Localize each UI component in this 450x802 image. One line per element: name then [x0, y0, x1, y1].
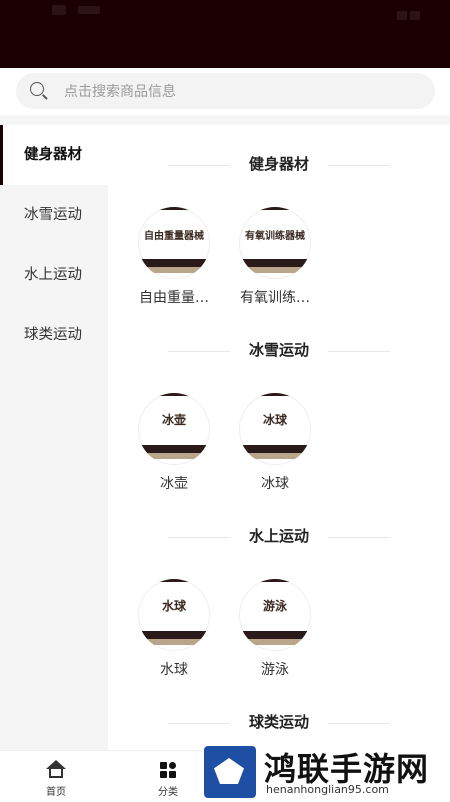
sidebar-item-water-sports[interactable]: 水上运动: [0, 245, 108, 305]
product-name: 冰壶: [160, 476, 188, 492]
search-icon: [30, 82, 44, 96]
section-title: 球类运动: [108, 711, 450, 735]
search-box[interactable]: [16, 73, 435, 111]
category-content: 健身器材 自由重量器械 自由重量… 有氧训练器械 有氧训练… 冰雪运动 冰壶 冰…: [108, 125, 450, 750]
product-item[interactable]: 自由重量器械 自由重量…: [134, 207, 214, 307]
category-sidebar: 健身器材 冰雪运动 水上运动 球类运动: [0, 125, 108, 750]
watermark: 鸿联手游网 henanhonglian95.com: [200, 742, 450, 801]
sidebar-item-fitness[interactable]: 健身器材: [0, 125, 108, 185]
sidebar-item-ball-sports[interactable]: 球类运动: [0, 305, 108, 365]
status-bar: [0, 0, 450, 68]
product-name: 游泳: [261, 662, 289, 678]
home-icon: [46, 760, 66, 780]
product-item[interactable]: 游泳 游泳: [235, 579, 315, 679]
section-title: 水上运动: [108, 525, 450, 549]
product-thumbnail: 有氧训练器械: [239, 207, 311, 279]
status-system-icons: [394, 5, 434, 20]
product-name: 冰球: [261, 476, 289, 492]
tab-home[interactable]: 首页: [11, 751, 101, 802]
product-item[interactable]: 水球 水球: [134, 579, 214, 679]
product-name: 有氧训练…: [240, 290, 310, 306]
section-title: 健身器材: [108, 153, 450, 177]
product-item[interactable]: 冰球 冰球: [235, 393, 315, 493]
product-name: 自由重量…: [139, 290, 209, 306]
divider: [0, 115, 450, 125]
sidebar-item-ice-snow[interactable]: 冰雪运动: [0, 185, 108, 245]
product-name: 水球: [160, 662, 188, 678]
product-thumbnail: 自由重量器械: [138, 207, 210, 279]
product-thumbnail: 游泳: [239, 579, 311, 651]
tab-label: 首页: [46, 787, 66, 798]
status-notification-icon: [52, 5, 66, 15]
product-thumbnail: 冰壶: [138, 393, 210, 465]
watermark-url: henanhonglian95.com: [266, 783, 389, 796]
search-input[interactable]: [62, 73, 426, 111]
section-title: 冰雪运动: [108, 339, 450, 363]
product-item[interactable]: 有氧训练器械 有氧训练…: [235, 207, 315, 307]
product-thumbnail: 水球: [138, 579, 210, 651]
product-item[interactable]: 冰壶 冰壶: [134, 393, 214, 493]
status-notification-icon: [78, 6, 100, 14]
watermark-logo-icon: [204, 746, 256, 798]
product-thumbnail: 冰球: [239, 393, 311, 465]
category-icon: [158, 760, 178, 780]
